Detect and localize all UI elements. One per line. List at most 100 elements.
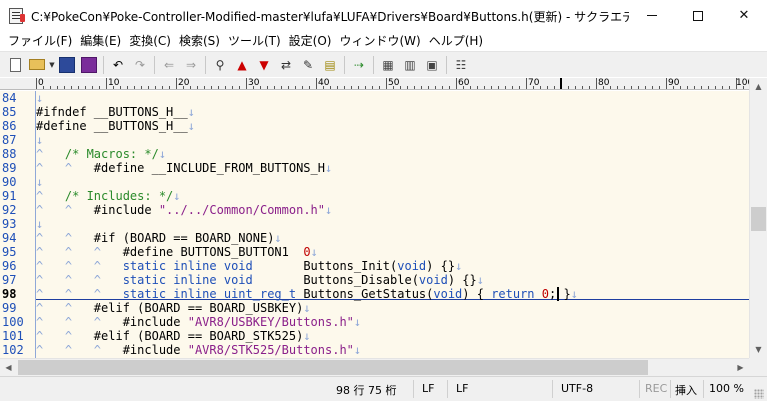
toolbar-separator — [103, 55, 104, 74]
code-line[interactable]: ^ ^ #elif (BOARD == BOARD_STK525)↓ — [36, 329, 749, 343]
scroll-down-arrow-icon[interactable]: ▼ — [750, 341, 767, 358]
line-number[interactable]: 93 — [0, 217, 32, 231]
line-number[interactable]: 88 — [0, 147, 32, 161]
line-number[interactable]: 100 — [0, 315, 32, 329]
code-line[interactable]: ^ ^ #include "../../Common/Common.h"↓ — [36, 203, 749, 217]
code-line[interactable]: ^ ^ ^ static inline void Buttons_Disable… — [36, 273, 749, 287]
current-code-line[interactable]: ^ ^ ^ static inline uint_reg_t Buttons_G… — [36, 287, 749, 301]
control-char-mark: ↓ — [36, 175, 44, 189]
code-line[interactable]: ^ ^ #elif (BOARD == BOARD_USBKEY)↓ — [36, 301, 749, 315]
line-number[interactable]: 97 — [0, 273, 32, 287]
redo-button[interactable]: ↷ — [129, 54, 151, 76]
code-line[interactable]: ^ ^ ^ static inline void Buttons_Init(vo… — [36, 259, 749, 273]
line-number[interactable]: 94 — [0, 231, 32, 245]
menu-convert[interactable]: 変換(C) — [125, 31, 175, 51]
resize-grip-icon[interactable] — [754, 389, 764, 399]
toolbar-separator — [344, 55, 345, 74]
code-line[interactable]: ^ ^ ^ #include "AVR8/STK525/Buttons.h"↓ — [36, 343, 749, 357]
code-line[interactable]: ^ /* Macros: */↓ — [36, 147, 749, 161]
menu-help[interactable]: ヘルプ(H) — [425, 31, 487, 51]
line-number[interactable]: 102 — [0, 343, 32, 357]
code-line[interactable]: ^ ^ ^ #define BUTTONS_BUTTON1 0↓ — [36, 245, 749, 259]
maximize-button[interactable] — [675, 0, 721, 31]
line-number[interactable]: 95 — [0, 245, 32, 259]
scroll-right-arrow-icon[interactable]: ▶ — [732, 359, 749, 376]
jump-back-button[interactable]: ⇐ — [158, 54, 180, 76]
ruler-cursor-marker — [560, 78, 562, 89]
menu-settings[interactable]: 設定(O) — [285, 31, 336, 51]
menu-edit[interactable]: 編集(E) — [76, 31, 125, 51]
menu-window[interactable]: ウィンドウ(W) — [335, 31, 424, 51]
ruler[interactable]: 0 10 20 30 40 50 60 70 80 90 100 — [36, 78, 749, 90]
line-number-gutter[interactable]: 84 85 86 87 88 89 90 91 92 93 94 95 96 97 98 99 100 101 10… — [0, 91, 36, 358]
line-number[interactable]: 96 — [0, 259, 32, 273]
line-number[interactable]: 92 — [0, 203, 32, 217]
grep-button[interactable]: ▤ — [319, 54, 341, 76]
undo-button[interactable]: ↶ — [107, 54, 129, 76]
settings-button[interactable]: ☷ — [450, 54, 472, 76]
redo-icon: ↷ — [134, 57, 146, 72]
compare-button[interactable]: ▥ — [399, 54, 421, 76]
vertical-scroll-thumb[interactable] — [751, 207, 766, 231]
code-line[interactable]: ↓ — [36, 175, 749, 189]
menu-file[interactable]: ファイル(F) — [4, 31, 76, 51]
close-button[interactable]: ✕ — [721, 0, 767, 31]
code-line[interactable]: ↓ — [36, 91, 749, 105]
line-number[interactable]: 90 — [0, 175, 32, 189]
line-number[interactable]: 91 — [0, 189, 32, 203]
macro-button[interactable]: ▣ — [421, 54, 443, 76]
horizontal-scrollbar[interactable]: ◀ ▶ — [0, 358, 749, 376]
code-line[interactable]: ^ /* Includes: */↓ — [36, 189, 749, 203]
control-char-mark: ↓ — [173, 189, 181, 203]
code-line[interactable]: #ifndef __BUTTONS_H__↓ — [36, 105, 749, 119]
find-prev-button[interactable]: ▲ — [231, 54, 253, 76]
vertical-scrollbar[interactable]: ▲ ▼ — [749, 78, 767, 358]
outline-button[interactable]: ▦ — [377, 54, 399, 76]
scroll-left-arrow-icon[interactable]: ◀ — [0, 359, 17, 376]
replace-button[interactable]: ⇄ — [275, 54, 297, 76]
tag-jump-button[interactable]: ⇢ — [348, 54, 370, 76]
zoom-level[interactable]: 100 % — [709, 382, 744, 395]
code-text: #include — [122, 343, 188, 357]
toolbar: ▼ ↶ ↷ ⇐ ⇒ ⚲ ▲ ▼ ⇄ ✎ ▤ ⇢ ▦ ▥ ▣ ☷ — [0, 51, 767, 77]
code-line[interactable]: ↓ — [36, 133, 749, 147]
code-line[interactable]: ^ ^ ^ #include "AVR8/USBKEY/Buttons.h"↓ — [36, 315, 749, 329]
code-text: Buttons_Init( — [296, 259, 398, 273]
line-number[interactable]: 99 — [0, 301, 32, 315]
line-number[interactable]: 98 — [0, 287, 32, 301]
scroll-up-arrow-icon[interactable]: ▲ — [750, 78, 767, 95]
line-number[interactable]: 89 — [0, 161, 32, 175]
jump-forward-button[interactable]: ⇒ — [180, 54, 202, 76]
open-dropdown-arrow[interactable]: ▼ — [48, 61, 56, 69]
eol-code-input[interactable]: LF — [422, 382, 434, 395]
menu-search[interactable]: 検索(S) — [175, 31, 224, 51]
status-separator — [703, 380, 704, 398]
cursor-position[interactable]: 98 行 75 桁 — [336, 382, 396, 398]
line-number[interactable]: 84 — [0, 91, 32, 105]
code-line[interactable]: ↓ — [36, 217, 749, 231]
horizontal-scroll-thumb[interactable] — [18, 360, 648, 375]
line-number[interactable]: 86 — [0, 119, 32, 133]
code-text: #define BUTTONS_BUTTON1 — [122, 245, 304, 259]
insert-mode-indicator[interactable]: 挿入 — [675, 382, 697, 398]
eol-code-default[interactable]: LF — [456, 382, 468, 395]
control-char-mark: ^ ^ — [36, 161, 94, 175]
save-all-button[interactable] — [78, 54, 100, 76]
open-button[interactable] — [26, 54, 48, 76]
menu-tools[interactable]: ツール(T) — [224, 31, 285, 51]
control-char-mark: ↓ — [324, 161, 333, 175]
find-mark-button[interactable]: ✎ — [297, 54, 319, 76]
encoding[interactable]: UTF-8 — [561, 382, 593, 395]
minimize-button[interactable] — [629, 0, 675, 31]
code-line[interactable]: ^ ^ #if (BOARD == BOARD_NONE)↓ — [36, 231, 749, 245]
code-line[interactable]: #define __BUTTONS_H__↓ — [36, 119, 749, 133]
line-number[interactable]: 85 — [0, 105, 32, 119]
find-button[interactable]: ⚲ — [209, 54, 231, 76]
line-number[interactable]: 87 — [0, 133, 32, 147]
line-number[interactable]: 101 — [0, 329, 32, 343]
text-editor-area[interactable]: ↓ #ifndef __BUTTONS_H__↓ #define __BUTTONS… — [36, 91, 749, 358]
find-next-button[interactable]: ▼ — [253, 54, 275, 76]
new-file-button[interactable] — [4, 54, 26, 76]
code-line[interactable]: ^ ^ #define __INCLUDE_FROM_BUTTONS_H↓ — [36, 161, 749, 175]
save-button[interactable] — [56, 54, 78, 76]
